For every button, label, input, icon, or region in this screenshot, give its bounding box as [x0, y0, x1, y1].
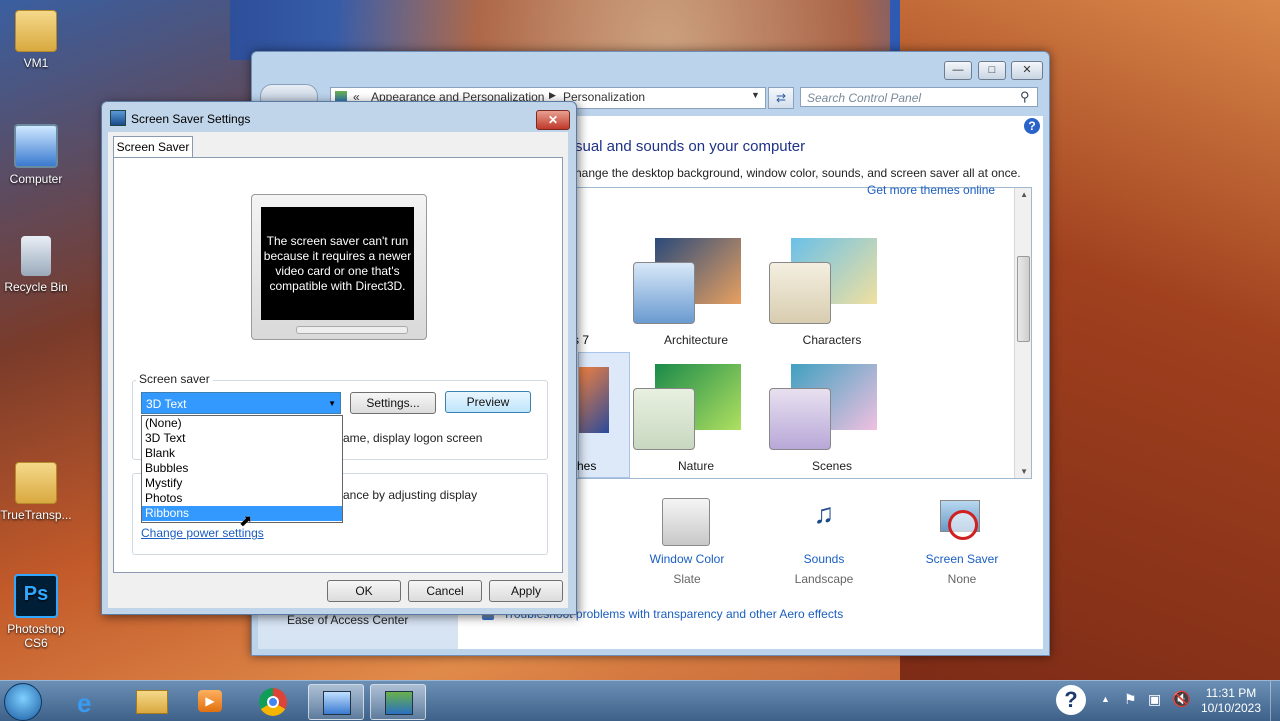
taskbar-screen-saver[interactable]: [370, 684, 426, 720]
maximize-button[interactable]: □: [978, 61, 1006, 80]
theme-label: Architecture: [663, 333, 729, 347]
screen-saver-icon: [385, 691, 413, 715]
power-text: ance by adjusting display: [343, 488, 478, 502]
search-input[interactable]: Search Control Panel: [800, 87, 1038, 107]
internet-explorer-icon: e: [77, 688, 92, 718]
resume-logon-text: ame, display logon screen: [343, 431, 483, 445]
screen-saver-link[interactable]: Screen Saver: [902, 552, 1022, 566]
taskbar-media-player[interactable]: ▶: [184, 684, 238, 718]
clock-date: 10/10/2023: [1200, 701, 1262, 715]
screen-saver-icon[interactable]: [938, 498, 984, 544]
theme-label: hes: [577, 459, 597, 473]
desktop-icon-recycle-bin[interactable]: Recycle Bin: [0, 236, 72, 294]
desktop-icon-truetransp[interactable]: TrueTransp...: [0, 462, 72, 522]
sounds-link[interactable]: Sounds: [764, 552, 884, 566]
desktop-icon-vm1[interactable]: VM1: [0, 10, 72, 70]
taskbar-chrome[interactable]: [246, 684, 300, 718]
chevron-right-icon: ▶: [549, 90, 556, 100]
start-button[interactable]: [4, 683, 42, 721]
desktop-icon-label: TrueTransp...: [0, 508, 72, 522]
screen-saver-select[interactable]: 3D Text ▼: [141, 392, 341, 414]
folder-icon: [15, 10, 57, 52]
theme-scenes[interactable]: [769, 358, 887, 454]
chevron-down-icon[interactable]: ▼: [751, 90, 760, 100]
desktop-icon-label: VM1: [23, 56, 49, 70]
folder-icon: [136, 690, 168, 714]
scroll-up-icon[interactable]: ▲: [1020, 190, 1028, 199]
computer-icon: [14, 124, 58, 168]
dropdown-option[interactable]: 3D Text: [142, 431, 342, 446]
help-icon[interactable]: ?: [1024, 118, 1040, 134]
mouse-cursor-icon: ⬈: [239, 513, 253, 530]
control-panel-icon: [323, 691, 351, 715]
recycle-bin-icon: [21, 236, 51, 276]
page-title: sual and sounds on your computer: [575, 138, 806, 155]
search-icon[interactable]: ⚲: [1020, 89, 1030, 105]
screen-saver-title-icon: [110, 110, 126, 126]
chrome-icon: [259, 688, 287, 716]
desktop-icon-label: Recycle Bin: [4, 280, 68, 294]
window-color-link[interactable]: Window Color: [627, 552, 747, 566]
close-button[interactable]: ✕: [1011, 61, 1043, 80]
scrollbar[interactable]: [1014, 188, 1031, 478]
tab-screen-saver[interactable]: Screen Saver: [113, 136, 193, 158]
desktop-icon-computer[interactable]: Computer: [0, 124, 72, 186]
close-button[interactable]: ✕: [536, 110, 570, 130]
action-center-icon[interactable]: ⚑: [1124, 691, 1137, 708]
selected-value: 3D Text: [146, 397, 187, 411]
preview-message: The screen saver can't run because it re…: [263, 233, 412, 293]
refresh-icon[interactable]: ⇄: [768, 87, 794, 109]
dropdown-option[interactable]: Photos: [142, 491, 342, 506]
theme-architecture[interactable]: [633, 232, 751, 328]
minimize-button[interactable]: —: [944, 61, 972, 80]
window-color-icon[interactable]: [662, 498, 710, 546]
scroll-down-icon[interactable]: ▼: [1020, 467, 1028, 476]
ok-button[interactable]: OK: [327, 580, 401, 602]
desktop-icon-label: Photoshop CS6: [7, 622, 65, 650]
window-color-value: Slate: [673, 572, 701, 586]
theme-nature[interactable]: [633, 358, 751, 454]
apply-button[interactable]: Apply: [489, 580, 563, 602]
dropdown-option[interactable]: Blank: [142, 446, 342, 461]
theme-label: Characters: [802, 333, 862, 347]
help-icon[interactable]: ?: [1056, 685, 1086, 715]
sounds-icon[interactable]: ♫: [800, 498, 848, 544]
dropdown-option[interactable]: (None): [142, 416, 342, 431]
dropdown-option[interactable]: Mystify: [142, 476, 342, 491]
sounds-value: Landscape: [794, 572, 854, 586]
taskbar-ie[interactable]: e: [64, 684, 118, 718]
screen-saver-value: None: [947, 572, 977, 586]
chevron-down-icon[interactable]: ▼: [328, 393, 336, 415]
settings-button[interactable]: Settings...: [350, 392, 436, 414]
screen-saver-dropdown[interactable]: (None) 3D Text Blank Bubbles Mystify Pho…: [141, 415, 343, 523]
preview-screen: The screen saver can't run because it re…: [261, 207, 414, 320]
taskbar: e ▶ ? ▲ ⚑ ▣ 🔇 11:31 PM 10/10/2023: [0, 680, 1280, 721]
clock-time: 11:31 PM: [1205, 686, 1257, 700]
group-label: Screen saver: [136, 372, 213, 386]
folder-icon: [15, 462, 57, 504]
dropdown-option[interactable]: Bubbles: [142, 461, 342, 476]
theme-label: Nature: [677, 459, 715, 473]
show-desktop-button[interactable]: [1270, 681, 1280, 721]
cancel-button[interactable]: Cancel: [408, 580, 482, 602]
scrollbar-thumb[interactable]: [1017, 256, 1030, 342]
show-hidden-icons-icon[interactable]: ▲: [1101, 694, 1110, 704]
desktop-icon-photoshop[interactable]: Ps Photoshop CS6: [0, 574, 72, 650]
theme-label: Scenes: [811, 459, 853, 473]
taskbar-explorer[interactable]: [124, 684, 178, 718]
theme-characters[interactable]: [769, 232, 887, 328]
ease-of-access-link[interactable]: Ease of Access Center: [287, 613, 408, 627]
page-subtitle: hange the desktop background, window col…: [575, 166, 1021, 180]
photoshop-icon: Ps: [14, 574, 58, 618]
dialog-title: Screen Saver Settings: [131, 112, 251, 126]
desktop-icon-label: Computer: [9, 172, 63, 186]
taskbar-control-panel[interactable]: [308, 684, 364, 720]
network-icon[interactable]: ▣: [1148, 691, 1161, 708]
get-more-themes-link[interactable]: Get more themes online: [867, 183, 995, 197]
media-player-icon: ▶: [198, 690, 222, 712]
system-clock[interactable]: 11:31 PM 10/10/2023: [1196, 686, 1266, 716]
preview-button[interactable]: Preview: [445, 391, 531, 413]
volume-muted-icon[interactable]: 🔇: [1172, 690, 1191, 708]
